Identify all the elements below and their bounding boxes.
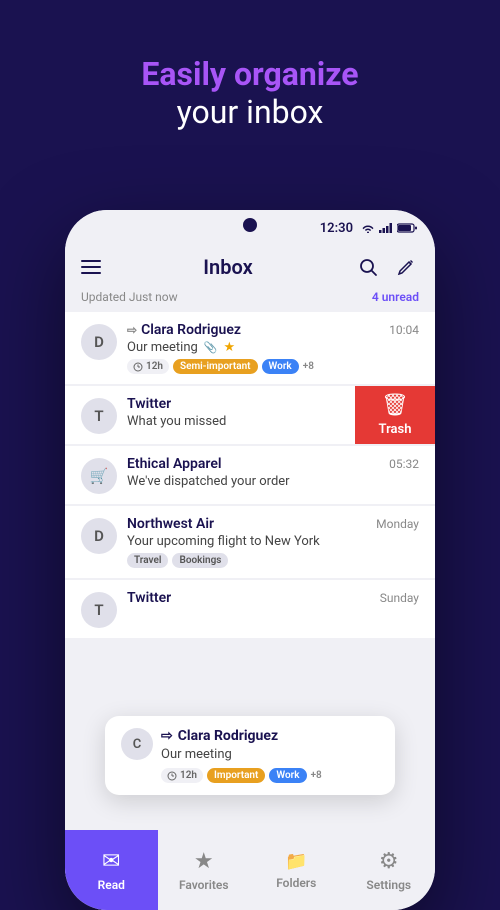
star-icon: ★ <box>224 340 236 355</box>
email-subject-clara: Our meeting 📎 ★ <box>127 340 419 355</box>
email-sender-northwest: Northwest Air <box>127 516 214 532</box>
hero-title-line2: your inbox <box>0 93 500 131</box>
battery-icon <box>397 223 417 233</box>
nav-favorites[interactable]: ★ Favorites <box>158 830 251 910</box>
compose-button[interactable] <box>393 254 419 280</box>
nav-folders-label: Folders <box>276 876 316 890</box>
status-time: 12:30 <box>320 221 353 236</box>
email-subject-twitter: What you missed <box>127 414 339 429</box>
tooltip-subject: Our meeting <box>161 747 379 762</box>
email-body-twitter: T Twitter What you missed <box>65 386 355 444</box>
tooltip-tag-work: Work <box>269 768 306 783</box>
app-header: Inbox <box>65 246 435 286</box>
nav-read[interactable]: ✉ Read <box>65 830 158 910</box>
tooltip-tags: 12h Important Work +8 <box>161 768 379 783</box>
header-actions <box>355 254 419 280</box>
status-icons <box>361 223 417 233</box>
email-top-northwest: Northwest Air Monday <box>127 516 419 532</box>
unread-count: 4 unread <box>372 290 419 304</box>
update-bar: Updated Just now 4 unread <box>65 286 435 312</box>
phone-mockup: 12:30 Inbox <box>65 210 435 910</box>
avatar-northwest: D <box>81 518 117 554</box>
email-subject-ethical: We've dispatched your order <box>127 474 419 489</box>
email-content-twitter: Twitter What you missed <box>127 396 339 433</box>
tooltip-header: C ⇨ Clara Rodriguez Our meeting 12h <box>121 728 379 783</box>
favorites-icon: ★ <box>194 849 214 874</box>
tag-bookings: Bookings <box>172 553 228 568</box>
tooltip-tag-more: +8 <box>311 770 322 781</box>
tag-semi-important: Semi-important <box>173 359 258 374</box>
email-top-clara: ⇨ Clara Rodriguez 10:04 <box>127 322 419 338</box>
email-top-twitter2: Twitter Sunday <box>127 590 419 606</box>
tooltip-tag-important: Important <box>207 768 265 783</box>
camera-notch <box>243 218 257 232</box>
email-top-ethical: Ethical Apparel 05:32 <box>127 456 419 472</box>
email-content-northwest: Northwest Air Monday Your upcoming fligh… <box>127 516 419 568</box>
tooltip-top: ⇨ Clara Rodriguez <box>161 728 379 744</box>
email-tags-clara: 12h Semi-important Work +8 <box>127 359 419 374</box>
tooltip-sender: ⇨ Clara Rodriguez <box>161 728 278 744</box>
nav-favorites-label: Favorites <box>179 878 229 892</box>
settings-icon: ⚙ <box>379 849 399 874</box>
email-time-ethical: 05:32 <box>389 457 419 471</box>
menu-button[interactable] <box>81 260 101 274</box>
hero-title-line1: Easily organize <box>0 55 500 93</box>
email-content-twitter2: Twitter Sunday <box>127 590 419 608</box>
email-subject-northwest: Your upcoming flight to New York <box>127 534 419 549</box>
email-item-clara[interactable]: D ⇨ Clara Rodriguez 10:04 Our meeting 📎 … <box>65 312 435 384</box>
email-time-northwest: Monday <box>376 517 419 531</box>
signal-icon <box>379 223 393 233</box>
nav-read-label: Read <box>98 878 125 892</box>
avatar-twitter2: T <box>81 592 117 628</box>
tag-timer: 12h <box>127 359 169 374</box>
tooltip-popup: C ⇨ Clara Rodriguez Our meeting 12h <box>105 716 395 795</box>
email-time-twitter2: Sunday <box>380 591 419 605</box>
email-item-northwest[interactable]: D Northwest Air Monday Your upcoming fli… <box>65 506 435 578</box>
avatar-twitter: T <box>81 398 117 434</box>
trash-icon: 🗑 <box>381 393 409 418</box>
email-sender-twitter: Twitter <box>127 396 171 412</box>
email-sender-twitter2: Twitter <box>127 590 171 606</box>
update-text: Updated Just now <box>81 290 178 304</box>
tag-more: +8 <box>303 361 314 372</box>
bottom-nav: ✉ Read ★ Favorites 📁 Folders ⚙ Settings <box>65 830 435 910</box>
attachment-icon: 📎 <box>204 341 218 354</box>
tag-travel: Travel <box>127 553 168 568</box>
email-sender-clara: ⇨ Clara Rodriguez <box>127 322 241 338</box>
nav-folders[interactable]: 📁 Folders <box>250 830 343 910</box>
fade-overlay <box>65 790 435 830</box>
tooltip-content: ⇨ Clara Rodriguez Our meeting 12h Import… <box>161 728 379 783</box>
folders-icon: 📁 <box>285 851 307 872</box>
tooltip-avatar: C <box>121 728 153 760</box>
inbox-title: Inbox <box>203 255 252 279</box>
nav-settings[interactable]: ⚙ Settings <box>343 830 436 910</box>
tag-work: Work <box>262 359 299 374</box>
email-sender-ethical: Ethical Apparel <box>127 456 222 472</box>
trash-label: Trash <box>379 422 412 437</box>
email-item-twitter2[interactable]: T Twitter Sunday <box>65 580 435 638</box>
email-content-ethical: Ethical Apparel 05:32 We've dispatched y… <box>127 456 419 493</box>
wifi-icon <box>361 223 375 233</box>
trash-action[interactable]: 🗑 Trash <box>355 386 435 444</box>
status-bar: 12:30 <box>65 210 435 246</box>
email-top-twitter: Twitter <box>127 396 339 412</box>
email-content-clara: ⇨ Clara Rodriguez 10:04 Our meeting 📎 ★ … <box>127 322 419 374</box>
avatar-clara: D <box>81 324 117 360</box>
read-icon: ✉ <box>102 849 120 874</box>
email-list: D ⇨ Clara Rodriguez 10:04 Our meeting 📎 … <box>65 312 435 638</box>
email-tags-northwest: Travel Bookings <box>127 553 419 568</box>
tooltip-tag-timer: 12h <box>161 768 203 783</box>
search-button[interactable] <box>355 254 381 280</box>
hero-section: Easily organize your inbox <box>0 0 500 162</box>
avatar-ethical: 🛒 <box>81 458 117 494</box>
nav-settings-label: Settings <box>366 878 411 892</box>
email-time-clara: 10:04 <box>389 323 419 337</box>
forward-icon: ⇨ <box>127 323 137 337</box>
tooltip-forward-icon: ⇨ <box>161 728 173 744</box>
email-item-twitter-swipe[interactable]: T Twitter What you missed 🗑 Trash <box>65 386 435 444</box>
email-item-ethical[interactable]: 🛒 Ethical Apparel 05:32 We've dispatched… <box>65 446 435 504</box>
